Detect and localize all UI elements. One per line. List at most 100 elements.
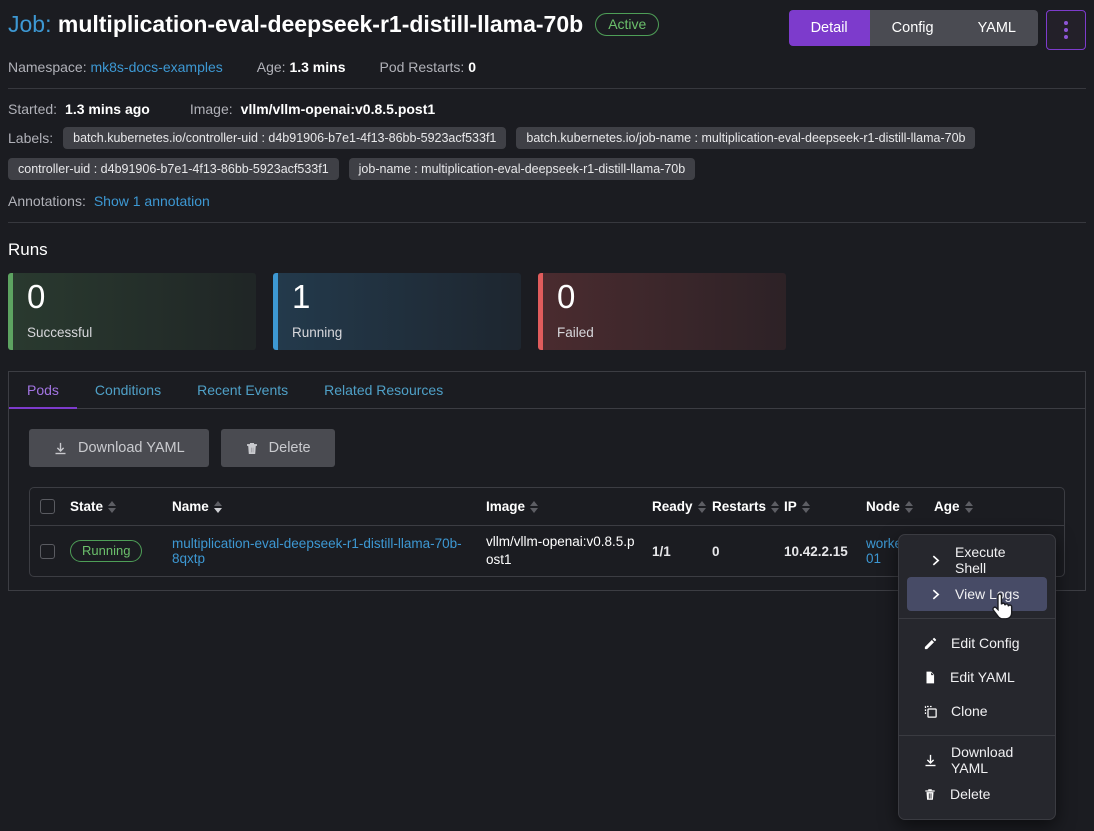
show-annotation-link[interactable]: Show 1 annotation: [94, 193, 210, 209]
pod-restarts-cell: 0: [712, 544, 784, 559]
image-value: vllm/vllm-openai:v0.8.5.post1: [241, 101, 436, 117]
header-divider: [8, 88, 1086, 89]
sort-icon: [698, 501, 706, 513]
namespace-meta: Namespace: mk8s-docs-examples: [8, 59, 223, 75]
detail-tab-button[interactable]: Detail: [789, 10, 870, 46]
job-name-title: multiplication-eval-deepseek-r1-distill-…: [58, 11, 583, 37]
resource-type-label: Job:: [8, 11, 51, 37]
sort-icon: [108, 501, 116, 513]
sort-icon: [905, 501, 913, 513]
download-icon: [53, 441, 68, 456]
pod-name-link[interactable]: multiplication-eval-deepseek-r1-distill-…: [172, 536, 462, 566]
tab-related-resources[interactable]: Related Resources: [306, 372, 461, 409]
job-detail-page: Job: multiplication-eval-deepseek-r1-dis…: [0, 0, 1094, 591]
chevron-right-icon: [929, 554, 942, 567]
delete-button[interactable]: Delete: [221, 429, 335, 467]
namespace-link[interactable]: mk8s-docs-examples: [90, 59, 222, 75]
header-actions: Detail Config YAML: [789, 10, 1086, 50]
label-chip: batch.kubernetes.io/controller-uid : d4b…: [63, 127, 506, 149]
running-count: 1: [292, 279, 507, 315]
sort-icon: [530, 501, 538, 513]
column-header-image[interactable]: Image: [486, 499, 652, 514]
sort-icon: [771, 501, 779, 513]
detail-block: Started: 1.3 mins ago Image: vllm/vllm-o…: [8, 101, 1086, 209]
sort-icon: [802, 501, 810, 513]
column-header-name[interactable]: Name: [172, 499, 486, 514]
image-label: Image:: [190, 101, 233, 117]
sort-icon: [214, 501, 222, 513]
column-header-ready[interactable]: Ready: [652, 499, 712, 514]
started-image-row: Started: 1.3 mins ago Image: vllm/vllm-o…: [8, 101, 1086, 117]
menu-item-delete[interactable]: Delete: [907, 777, 1047, 811]
menu-item-execute-shell[interactable]: Execute Shell: [907, 543, 1047, 577]
pod-restarts-meta: Pod Restarts: 0: [379, 59, 476, 75]
menu-item-download-yaml[interactable]: Download YAML: [907, 743, 1047, 777]
file-icon: [923, 670, 937, 685]
chevron-right-icon: [929, 588, 942, 601]
pod-ip-cell: 10.42.2.15: [784, 544, 866, 559]
column-header-state[interactable]: State: [70, 499, 172, 514]
failed-runs-card[interactable]: 0 Failed: [538, 273, 786, 350]
age-meta: Age: 1.3 mins: [257, 59, 346, 75]
header-actions-menu-button[interactable]: [1046, 10, 1086, 50]
column-header-age[interactable]: Age: [934, 499, 1014, 514]
row-checkbox[interactable]: [40, 544, 55, 559]
menu-item-edit-config[interactable]: Edit Config: [907, 626, 1047, 660]
column-header-node[interactable]: Node: [866, 499, 934, 514]
page-header: Job: multiplication-eval-deepseek-r1-dis…: [8, 10, 1086, 50]
started-label: Started:: [8, 101, 57, 117]
running-runs-card[interactable]: 1 Running: [273, 273, 521, 350]
pod-state-cell: Running: [70, 540, 172, 562]
trash-icon: [245, 441, 259, 456]
download-icon: [923, 753, 938, 768]
running-label: Running: [292, 325, 507, 340]
view-toggle-group: Detail Config YAML: [789, 10, 1038, 46]
tab-bar: Pods Conditions Recent Events Related Re…: [9, 372, 1085, 409]
pod-image-cell: vllm/vllm-openai:v0.8.5.post1: [486, 533, 652, 568]
failed-label: Failed: [557, 325, 772, 340]
page-title: Job: multiplication-eval-deepseek-r1-dis…: [8, 10, 583, 40]
kebab-icon: [1064, 21, 1068, 39]
pod-state-badge: Running: [70, 540, 142, 562]
label-chip: batch.kubernetes.io/job-name : multiplic…: [516, 127, 975, 149]
table-toolbar: Download YAML Delete: [29, 429, 1065, 467]
runs-heading: Runs: [8, 240, 1086, 260]
failed-count: 0: [557, 279, 772, 315]
menu-item-edit-yaml[interactable]: Edit YAML: [907, 660, 1047, 694]
label-chip: controller-uid : d4b91906-b7e1-4f13-86bb…: [8, 158, 339, 180]
successful-runs-card[interactable]: 0 Successful: [8, 273, 256, 350]
tab-recent-events[interactable]: Recent Events: [179, 372, 306, 409]
column-header-restarts[interactable]: Restarts: [712, 499, 784, 514]
tab-conditions[interactable]: Conditions: [77, 372, 179, 409]
started-value: 1.3 mins ago: [65, 101, 150, 117]
pod-name-cell: multiplication-eval-deepseek-r1-distill-…: [172, 536, 486, 566]
detail-divider: [8, 222, 1086, 223]
title-wrap: Job: multiplication-eval-deepseek-r1-dis…: [8, 10, 659, 40]
config-tab-button[interactable]: Config: [870, 10, 956, 46]
column-header-ip[interactable]: IP: [784, 499, 866, 514]
runs-cards: 0 Successful 1 Running 0 Failed: [8, 273, 1086, 350]
labels-row-2: controller-uid : d4b91906-b7e1-4f13-86bb…: [8, 158, 1086, 180]
labels-label: Labels:: [8, 130, 53, 146]
sort-icon: [965, 501, 973, 513]
annotations-label: Annotations:: [8, 193, 86, 209]
labels-row-1: Labels: batch.kubernetes.io/controller-u…: [8, 127, 1086, 149]
header-meta: Namespace: mk8s-docs-examples Age: 1.3 m…: [8, 59, 1086, 75]
status-badge: Active: [595, 13, 659, 36]
tab-pods[interactable]: Pods: [9, 372, 77, 409]
pod-ready-cell: 1/1: [652, 544, 712, 559]
successful-label: Successful: [27, 325, 242, 340]
clone-icon: [923, 704, 938, 719]
pod-actions-context-menu: Execute Shell View Logs Edit Config Edit…: [898, 534, 1056, 820]
menu-item-view-logs[interactable]: View Logs: [907, 577, 1047, 611]
menu-divider: [899, 735, 1055, 736]
successful-count: 0: [27, 279, 242, 315]
label-chip: job-name : multiplication-eval-deepseek-…: [349, 158, 696, 180]
yaml-tab-button[interactable]: YAML: [956, 10, 1038, 46]
trash-icon: [923, 787, 937, 802]
select-all-checkbox[interactable]: [40, 499, 55, 514]
menu-item-clone[interactable]: Clone: [907, 694, 1047, 728]
download-yaml-button[interactable]: Download YAML: [29, 429, 209, 467]
table-header-row: State Name Image Ready Restarts IP Node …: [30, 488, 1064, 526]
menu-divider: [899, 618, 1055, 619]
